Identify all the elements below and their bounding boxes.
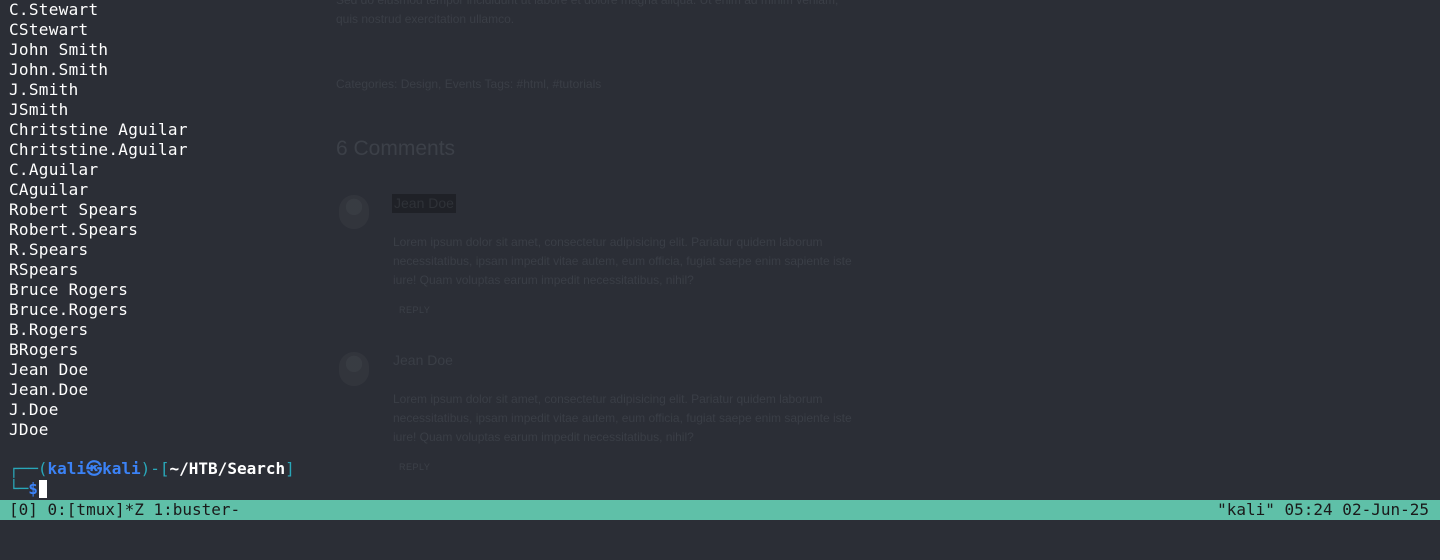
prompt-user: kali: [47, 459, 87, 478]
terminal-output-line: JSmith: [9, 100, 69, 119]
terminal-output-line: R.Spears: [9, 240, 89, 259]
prompt-bracket-close: ]: [285, 459, 295, 478]
prompt-symbol: $: [28, 479, 38, 498]
terminal-output-line: C.Aguilar: [9, 160, 99, 179]
terminal-output-line: BRogers: [9, 340, 79, 359]
prompt-corner-bottom: └─: [9, 479, 29, 498]
terminal-output-line: CAguilar: [9, 180, 89, 199]
terminal-output-line: C.Stewart: [9, 0, 99, 19]
terminal-output-line: Jean.Doe: [9, 380, 89, 399]
terminal-output-line: Robert.Spears: [9, 220, 139, 239]
terminal-output-line: Jean Doe: [9, 360, 89, 379]
bottom-margin: [0, 520, 1440, 527]
prompt-bracket-open: )-[: [140, 459, 170, 478]
terminal-output-line: John Smith: [9, 40, 109, 59]
command-input-line[interactable]: └─ $: [9, 479, 47, 499]
terminal-output-line: J.Smith: [9, 80, 79, 99]
terminal-output-line: Chritstine.Aguilar: [9, 140, 188, 159]
terminal-pane[interactable]: C.Stewart CStewart John Smith John.Smith J.S…: [0, 0, 1440, 500]
terminal-output-line: JDoe: [9, 420, 49, 439]
terminal-output-line: Bruce Rogers: [9, 280, 129, 299]
prompt-line: ┌──(kali㉿kali)-[~/HTB/Search]: [9, 459, 295, 479]
prompt-corner-top: ┌──(: [9, 459, 48, 478]
terminal-output-line: Bruce.Rogers: [9, 300, 129, 319]
prompt-host: kali: [102, 459, 141, 478]
terminal-output-line: J.Doe: [9, 400, 59, 419]
terminal-output-line: B.Rogers: [9, 320, 89, 339]
prompt-path: ~/HTB/Search: [169, 459, 286, 478]
text-cursor[interactable]: [38, 480, 47, 498]
terminal-output-line: Robert Spears: [9, 200, 139, 219]
tmux-host-clock: "kali" 05:24 02-Jun-25: [1217, 500, 1429, 519]
terminal-output-line: RSpears: [9, 260, 79, 279]
terminal-output: C.Stewart CStewart John Smith John.Smith J.S…: [9, 0, 188, 440]
kali-skull-icon: ㉿: [86, 459, 103, 478]
terminal-output-line: Chritstine Aguilar: [9, 120, 188, 139]
terminal-output-line: CStewart: [9, 20, 89, 39]
terminal-output-line: John.Smith: [9, 60, 109, 79]
tmux-status-bar: [0] 0:[tmux]*Z 1:buster- "kali" 05:24 02…: [0, 500, 1440, 520]
tmux-window-list[interactable]: [0] 0:[tmux]*Z 1:buster-: [9, 500, 240, 520]
